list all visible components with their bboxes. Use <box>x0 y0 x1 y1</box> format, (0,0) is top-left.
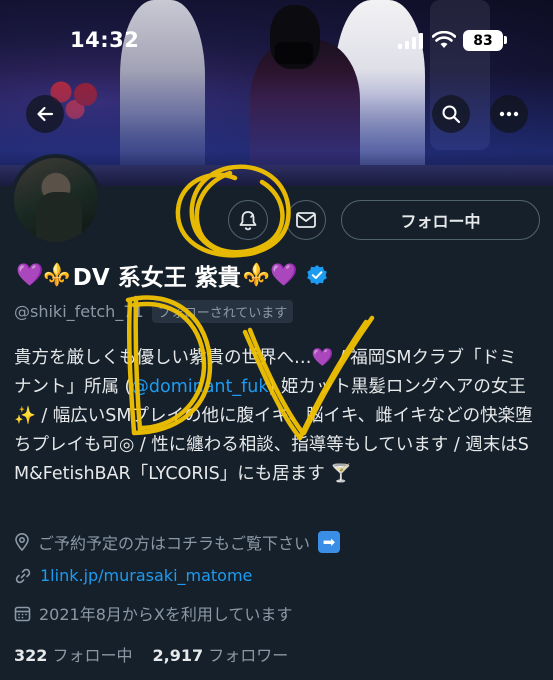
bell-icon <box>239 211 257 231</box>
wifi-icon <box>432 31 456 48</box>
link-icon <box>15 568 31 583</box>
banner-figure-mask <box>275 42 313 64</box>
arrow-left-icon <box>37 106 54 122</box>
more-options-button[interactable] <box>490 95 528 133</box>
search-icon <box>442 105 461 124</box>
display-name: DV 系女王 紫貴 <box>72 265 241 291</box>
search-button[interactable] <box>432 95 470 133</box>
following-label: フォロー中 <box>52 646 133 665</box>
bio-mention-link[interactable]: @dominant_fuk <box>131 377 268 397</box>
website-link[interactable]: 1link.jp/murasaki_matome <box>40 566 252 585</box>
back-button[interactable] <box>26 95 64 133</box>
following-link[interactable]: 322 フォロー中 <box>14 646 133 665</box>
notifications-button[interactable] <box>228 200 268 240</box>
joined-text: 2021年8月からXを利用しています <box>39 605 293 624</box>
message-button[interactable] <box>286 200 326 240</box>
name-prefix-emoji: 💜⚜️ <box>16 262 71 288</box>
right-arrow-emoji-icon: ➡ <box>318 531 341 553</box>
joined-row: 2021年8月からXを利用しています <box>14 601 292 625</box>
location-row: ご予約予定の方はコチラもご覧下さい ➡ <box>14 530 341 554</box>
calendar-icon <box>14 606 31 621</box>
followers-count: 2,917 <box>152 646 204 665</box>
status-time: 14:32 <box>70 28 140 52</box>
name-suffix-emoji: ⚜️💜 <box>242 262 298 288</box>
mail-icon <box>296 212 316 228</box>
followers-label: フォロワー <box>208 646 289 665</box>
handle-row: @shiki_fetch_71 フォローされています <box>14 300 294 323</box>
website-row: 1link.jp/murasaki_matome <box>14 566 252 585</box>
profile-bio: 貴方を厳しくも優しい紫貴の世界へ…💜 / 福岡SMクラブ「ドミナント」所属 (@… <box>14 344 534 489</box>
more-horizontal-icon <box>499 111 519 117</box>
display-name-row: 💜⚜️ DV 系女王 紫貴 ⚜️💜 <box>14 258 328 292</box>
user-handle: @shiki_fetch_71 <box>14 302 144 321</box>
following-button[interactable]: フォロー中 <box>341 200 540 240</box>
location-text: ご予約予定の方はコチラもご覧下さい <box>38 534 311 553</box>
follow-counts: 322 フォロー中 2,917 フォロワー <box>14 642 288 666</box>
location-pin-icon <box>15 533 29 551</box>
battery-tip <box>504 36 507 44</box>
follows-you-badge: フォローされています <box>151 300 294 323</box>
following-count: 322 <box>14 646 48 665</box>
profile-avatar[interactable] <box>10 154 102 246</box>
battery-indicator: 83 <box>463 30 503 51</box>
followers-link[interactable]: 2,917 フォロワー <box>153 646 289 665</box>
verified-badge-icon[interactable] <box>306 264 328 286</box>
cellular-signal-icon <box>398 33 424 49</box>
